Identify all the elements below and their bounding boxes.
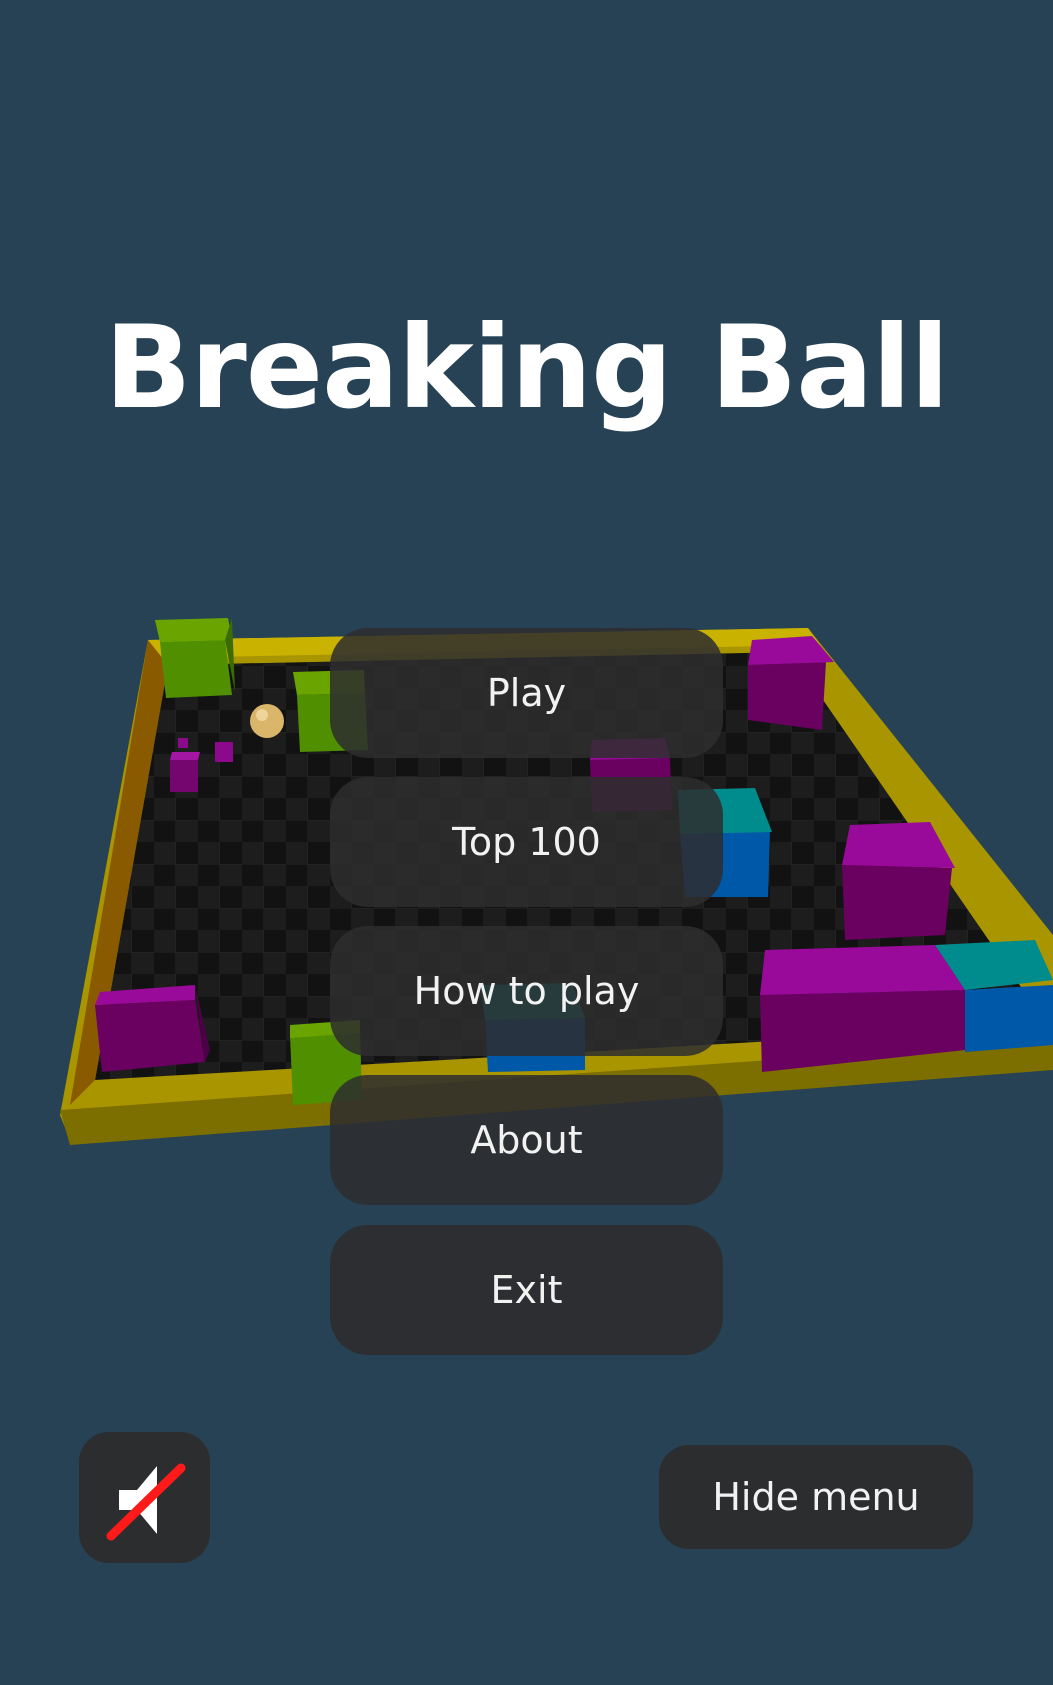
game-title: Breaking Ball (104, 301, 950, 434)
exit-button[interactable]: Exit (330, 1225, 723, 1355)
block-magenta-long (760, 945, 965, 1072)
speaker-muted-icon (106, 1463, 185, 1540)
top-100-button[interactable]: Top 100 (330, 777, 723, 907)
block-magenta-3 (842, 822, 955, 940)
block-magenta-4 (95, 985, 210, 1072)
how-to-play-button[interactable]: How to play (330, 926, 723, 1056)
play-button[interactable]: Play (330, 628, 723, 758)
about-button[interactable]: About (330, 1075, 723, 1205)
mute-toggle-button[interactable] (79, 1432, 210, 1563)
hide-menu-button[interactable]: Hide menu (659, 1445, 973, 1549)
block-magenta-1 (748, 636, 834, 730)
ball (250, 704, 284, 738)
block-green-1 (155, 618, 235, 698)
